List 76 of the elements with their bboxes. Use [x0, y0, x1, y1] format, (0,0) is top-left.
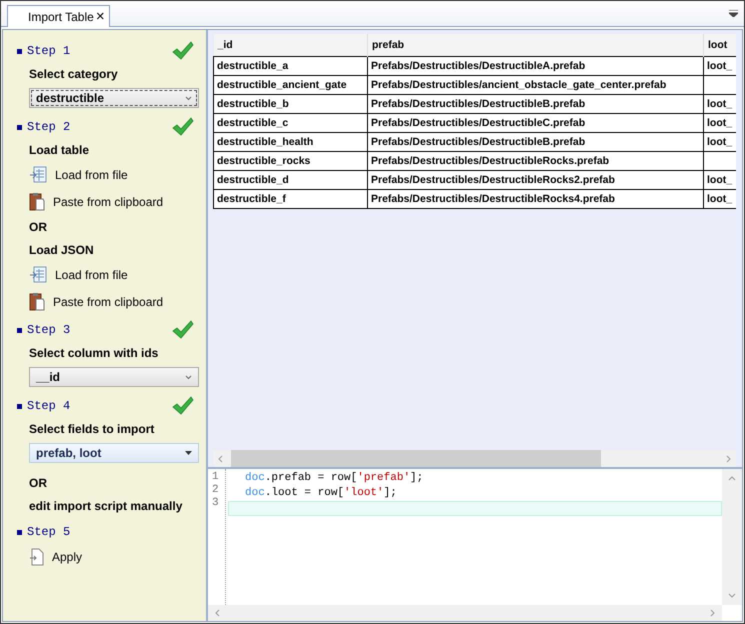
table-cell: loot_ [704, 56, 736, 76]
table-cell: destructible_b [214, 94, 368, 114]
checkmark-icon [172, 320, 194, 340]
action-link[interactable]: Paste from clipboard [17, 288, 164, 315]
step-instruction: Select fields to import [28, 420, 156, 438]
table-cell: destructible_ancient_gate [214, 76, 368, 94]
column-header[interactable]: loot [704, 34, 736, 56]
dropdown[interactable]: __id [29, 367, 199, 387]
step-instruction: edit import script manually [28, 498, 184, 514]
table-cell: loot_ [704, 132, 736, 152]
vertical-scrollbar[interactable] [722, 469, 742, 605]
step-instruction: OR [28, 474, 48, 492]
table-cell: Prefabs/Destructibles/DestructibleRocks4.prefab [368, 190, 704, 208]
script-editor[interactable]: 1 2 3 doc.prefab = row['prefab']; doc.loot = row['loot']; [208, 469, 742, 621]
table-cell: Prefabs/Destructibles/DestructibleA.prefab [368, 56, 704, 76]
step-instruction: Select category [28, 66, 119, 82]
checkmark-icon [172, 117, 194, 137]
step-label: Step 1 [17, 44, 70, 58]
checkmark-icon [172, 41, 194, 61]
step-label: Step 4 [17, 399, 70, 413]
table-cell: Prefabs/Destructibles/DestructibleRocks.prefab [368, 152, 704, 170]
code-line: doc.loot = row['loot']; [244, 486, 398, 501]
step-instruction: OR [28, 218, 48, 236]
document-tab[interactable]: Import Table× [7, 5, 110, 27]
table-cell: destructible_d [214, 170, 368, 190]
line-number: 2 [211, 484, 220, 497]
step-label: Step 5 [17, 525, 70, 539]
scroll-down-icon[interactable] [728, 591, 736, 599]
table-file-icon [29, 166, 47, 184]
action-link[interactable]: Apply [17, 543, 82, 570]
action-link[interactable]: Load from file [17, 161, 128, 188]
scroll-up-icon[interactable] [728, 475, 736, 483]
line-number: 1 [211, 471, 220, 484]
table-cell: Prefabs/Destructibles/DestructibleC.prefab [368, 114, 704, 132]
table-cell: Prefabs/Destructibles/DestructibleB.prefab [368, 94, 704, 114]
horizontal-scrollbar[interactable] [213, 450, 736, 467]
table-cell: destructible_a [214, 56, 368, 76]
step-instruction: Load JSON [28, 242, 95, 258]
scroll-right-icon[interactable] [724, 454, 732, 462]
action-link[interactable]: Paste from clipboard [17, 188, 164, 215]
clipboard-icon [29, 292, 45, 311]
column-header[interactable]: _id [214, 34, 368, 56]
table-cell: destructible_c [214, 114, 368, 132]
horizontal-scrollbar[interactable] [208, 605, 722, 621]
step-instruction: Select column with ids [28, 344, 160, 362]
step-label: Step 3 [17, 323, 70, 337]
table-cell: loot_ [704, 190, 736, 208]
code-line: doc.prefab = row['prefab']; [244, 471, 424, 486]
scroll-right-icon[interactable] [708, 609, 716, 617]
table-cell: Prefabs/Destructibles/DestructibleB.prefab [368, 132, 704, 152]
column-header[interactable]: prefab [368, 34, 704, 56]
checkmark-icon [172, 396, 194, 416]
table-cell: destructible_f [214, 190, 368, 208]
table-cell: Prefabs/Destructibles/DestructibleRocks2.prefab [368, 170, 704, 190]
table-cell: loot_ [704, 170, 736, 190]
menu-arrow-icon[interactable] [729, 10, 738, 17]
table-cell: destructible_health [214, 132, 368, 152]
chevron-down-icon [185, 96, 192, 100]
document-arrow-icon [29, 548, 44, 566]
action-link[interactable]: Load from file [17, 261, 128, 288]
line-number: 3 [211, 497, 220, 510]
chevron-down-icon [185, 374, 192, 380]
step-label: Step 2 [17, 120, 70, 134]
scroll-left-icon[interactable] [214, 609, 222, 617]
table-cell: loot_ [704, 114, 736, 132]
table-cell: loot_ [704, 94, 736, 114]
scroll-left-icon[interactable] [217, 454, 225, 462]
caret-down-icon [185, 451, 192, 455]
dropdown[interactable]: destructible [29, 88, 199, 108]
table-cell: destructible_rocks [214, 152, 368, 170]
close-button[interactable]: × [96, 9, 105, 24]
table-cell: Prefabs/Destructibles/ancient_obstacle_gate_center.prefab [368, 76, 704, 94]
multiselect-dropdown[interactable]: prefab, loot [29, 443, 199, 463]
step-instruction: Load table [28, 142, 90, 158]
table-file-icon [29, 266, 47, 284]
clipboard-icon [29, 192, 45, 211]
